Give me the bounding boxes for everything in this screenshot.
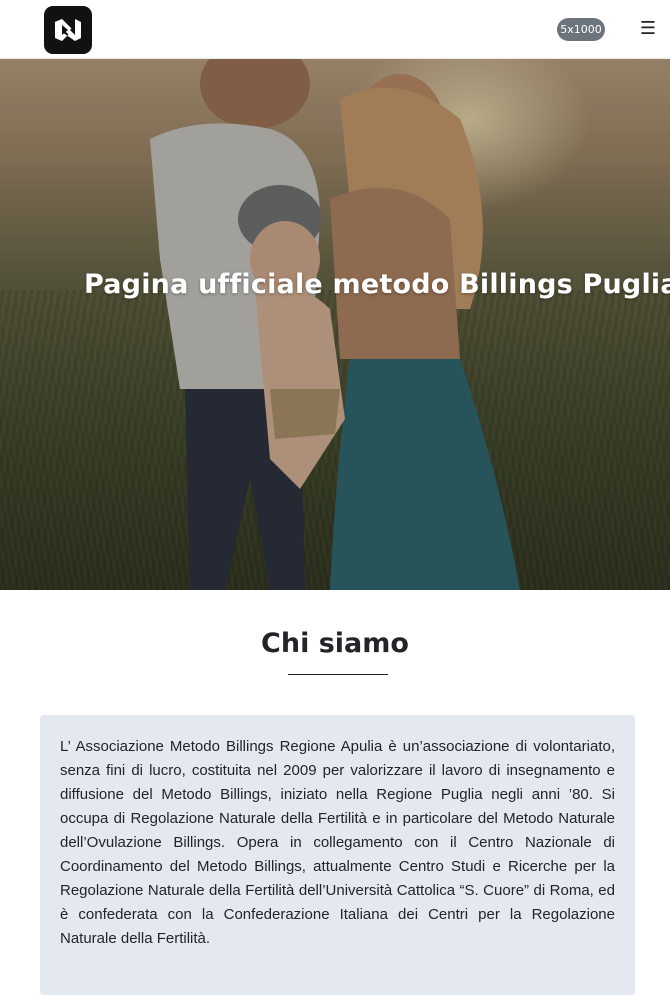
about-card: L’ Associazione Metodo Billings Regione … <box>40 715 635 995</box>
vs-code-style-logo-icon <box>55 19 81 41</box>
about-heading: Chi siamo <box>261 628 409 659</box>
hero-title: Pagina ufficiale metodo Billings Puglia <box>84 269 670 300</box>
hero-banner: Pagina ufficiale metodo Billings Puglia <box>0 59 670 590</box>
hamburger-menu-icon[interactable]: ☰ <box>637 17 659 41</box>
top-navbar: 5x1000 ☰ <box>0 0 670 59</box>
heading-underline <box>288 674 388 675</box>
logo-icon[interactable] <box>44 6 92 54</box>
five-per-mille-badge[interactable]: 5x1000 <box>557 18 605 41</box>
hero-dark-overlay <box>0 59 670 590</box>
about-paragraph: L’ Associazione Metodo Billings Regione … <box>60 738 615 947</box>
